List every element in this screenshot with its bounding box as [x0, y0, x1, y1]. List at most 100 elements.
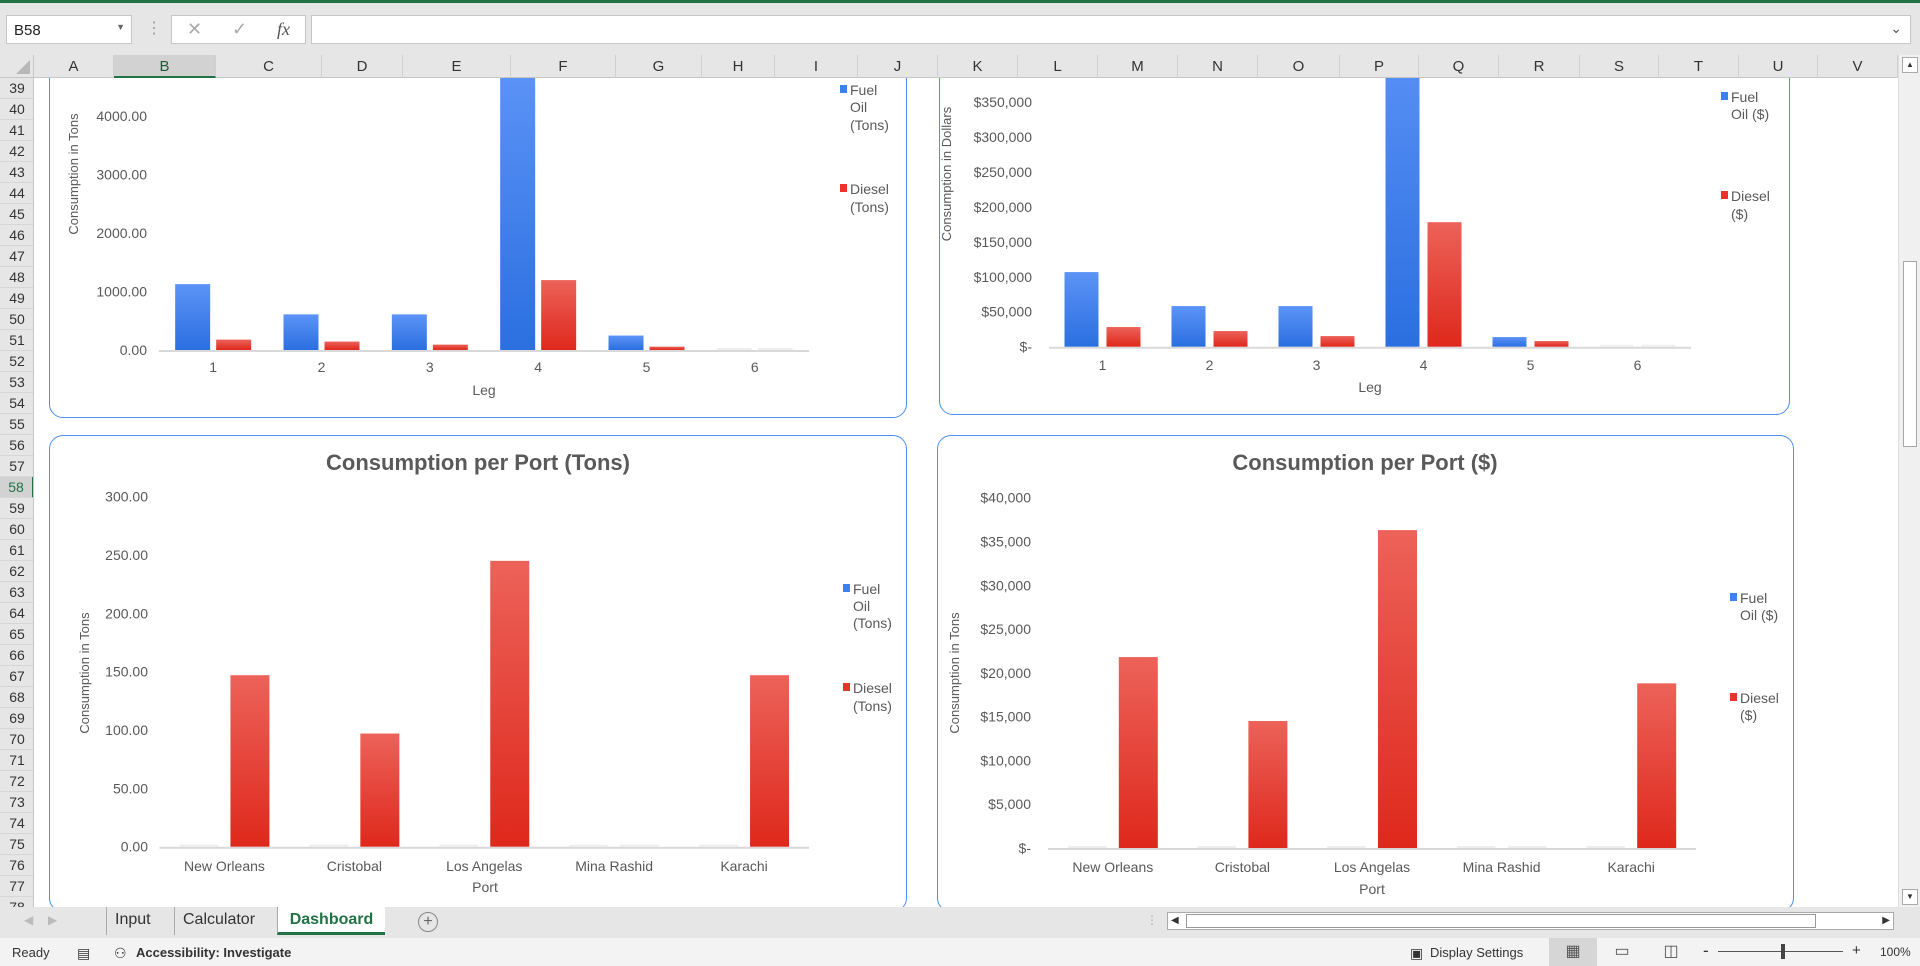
column-header-u[interactable]: U	[1739, 55, 1818, 78]
row-header-75[interactable]: 75	[0, 834, 33, 855]
scroll-down-icon[interactable]: ▼	[1902, 889, 1918, 905]
bar-diesel[interactable]	[432, 344, 468, 350]
bar-diesel[interactable]	[750, 675, 790, 847]
scroll-left-icon[interactable]: ◀	[1171, 913, 1179, 929]
bar-diesel[interactable]	[649, 346, 685, 350]
bar-fuel-oil[interactable]	[1385, 78, 1420, 347]
bar-fuel-oil[interactable]	[1492, 337, 1527, 347]
row-header-56[interactable]: 56	[0, 435, 33, 456]
row-header-55[interactable]: 55	[0, 414, 33, 435]
prev-sheet-icon[interactable]: ◀	[24, 913, 33, 927]
bar-diesel[interactable]	[1118, 657, 1158, 848]
sheet-tab-calculator[interactable]: Calculator	[174, 907, 263, 935]
bar-diesel[interactable]	[620, 844, 660, 847]
formula-input[interactable]: ⌄	[311, 15, 1911, 44]
row-header-57[interactable]: 57	[0, 456, 33, 477]
row-header-52[interactable]: 52	[0, 351, 33, 372]
row-header-64[interactable]: 64	[0, 603, 33, 624]
chart-1[interactable]: 0.00 1000.00 2000.00 3000.00 4000.00 Consumpt…	[49, 78, 907, 418]
row-header-51[interactable]: 51	[0, 330, 33, 351]
zoom-in-icon[interactable]: +	[1852, 942, 1861, 959]
bar-fuel-oil[interactable]	[1067, 846, 1107, 848]
drag-handle-icon[interactable]: ⋮	[146, 18, 162, 38]
bar-diesel[interactable]	[360, 733, 400, 847]
normal-view-button[interactable]: ▦	[1549, 938, 1597, 966]
row-header-70[interactable]: 70	[0, 729, 33, 750]
cancel-icon[interactable]: ✕	[187, 19, 202, 40]
row-header-77[interactable]: 77	[0, 876, 33, 897]
column-header-j[interactable]: J	[858, 55, 938, 78]
column-header-n[interactable]: N	[1178, 55, 1258, 78]
chart-2[interactable]: $- $50,000 $100,000 $150,000 $200,000 $250,00…	[939, 78, 1790, 415]
row-header-67[interactable]: 67	[0, 666, 33, 687]
vertical-scrollbar[interactable]: ▲ ▼	[1898, 55, 1920, 907]
bar-fuel-oil[interactable]	[500, 78, 536, 350]
bar-fuel-oil[interactable]	[1327, 846, 1366, 848]
column-header-l[interactable]: L	[1018, 55, 1098, 78]
row-header-62[interactable]: 62	[0, 561, 33, 582]
row-header-61[interactable]: 61	[0, 540, 33, 561]
row-header-74[interactable]: 74	[0, 813, 33, 834]
split-handle-icon[interactable]: ⋮	[1146, 913, 1158, 927]
row-header-58[interactable]: 58	[0, 477, 33, 498]
zoom-slider-thumb[interactable]	[1781, 944, 1785, 959]
column-header-q[interactable]: Q	[1419, 55, 1499, 78]
column-header-i[interactable]: I	[775, 55, 858, 78]
insert-function-icon[interactable]: fx	[277, 19, 290, 40]
bar-diesel[interactable]	[1106, 327, 1141, 347]
column-header-m[interactable]: M	[1098, 55, 1178, 78]
bar-fuel-oil[interactable]	[309, 844, 349, 847]
column-header-f[interactable]: F	[511, 55, 616, 78]
horizontal-scrollbar[interactable]: ◀ ▶	[1167, 912, 1894, 930]
scroll-up-icon[interactable]: ▲	[1902, 57, 1918, 73]
bar-diesel[interactable]	[324, 341, 360, 350]
column-header-k[interactable]: K	[938, 55, 1018, 78]
bar-fuel-oil[interactable]	[439, 844, 479, 847]
column-header-t[interactable]: T	[1659, 55, 1739, 78]
bar-diesel[interactable]	[541, 280, 577, 350]
bar-fuel-oil[interactable]	[699, 844, 739, 847]
bar-fuel-oil[interactable]	[1599, 344, 1634, 347]
display-settings-icon[interactable]: ▣	[1410, 945, 1423, 962]
row-header-54[interactable]: 54	[0, 393, 33, 414]
bar-diesel[interactable]	[1248, 721, 1288, 848]
row-header-63[interactable]: 63	[0, 582, 33, 603]
column-header-o[interactable]: O	[1258, 55, 1340, 78]
bar-fuel-oil[interactable]	[1278, 306, 1313, 347]
row-header-60[interactable]: 60	[0, 519, 33, 540]
column-header-g[interactable]: G	[616, 55, 702, 78]
enter-icon[interactable]: ✓	[232, 19, 247, 40]
accessibility-status[interactable]: Accessibility: Investigate	[136, 945, 291, 960]
bar-diesel[interactable]	[216, 339, 252, 350]
column-header-h[interactable]: H	[702, 55, 775, 78]
sheet-tab-input[interactable]: Input	[106, 907, 159, 935]
bar-fuel-oil[interactable]	[1586, 846, 1626, 848]
column-header-p[interactable]: P	[1340, 55, 1419, 78]
bar-diesel[interactable]	[1213, 331, 1248, 347]
bar-diesel[interactable]	[1507, 846, 1547, 848]
page-break-preview-button[interactable]: ◫	[1647, 938, 1695, 966]
row-header-71[interactable]: 71	[0, 750, 33, 771]
row-header-50[interactable]: 50	[0, 309, 33, 330]
bar-diesel[interactable]	[1378, 530, 1417, 848]
row-header-69[interactable]: 69	[0, 708, 33, 729]
display-settings-button[interactable]: Display Settings	[1430, 945, 1523, 960]
sheet-tab-dashboard[interactable]: Dashboard	[277, 907, 385, 935]
bar-diesel[interactable]	[1427, 222, 1462, 347]
row-header-72[interactable]: 72	[0, 771, 33, 792]
bar-diesel[interactable]	[757, 348, 793, 350]
row-header-42[interactable]: 42	[0, 141, 33, 162]
chart-3[interactable]: Consumption per Port (Tons) 0.00 50.00 100.…	[49, 435, 907, 907]
bar-diesel[interactable]	[1637, 683, 1677, 848]
row-header-44[interactable]: 44	[0, 183, 33, 204]
chevron-down-icon[interactable]: ▼	[116, 22, 125, 32]
bar-diesel[interactable]	[490, 560, 530, 847]
expand-formula-bar-icon[interactable]: ⌄	[1890, 20, 1902, 37]
column-header-d[interactable]: D	[322, 55, 403, 78]
row-header-53[interactable]: 53	[0, 372, 33, 393]
bar-fuel-oil[interactable]	[179, 844, 219, 847]
bar-fuel-oil[interactable]	[1197, 846, 1237, 848]
row-header-73[interactable]: 73	[0, 792, 33, 813]
bar-fuel-oil[interactable]	[608, 335, 644, 350]
accessibility-icon[interactable]: ⚇	[114, 945, 127, 962]
